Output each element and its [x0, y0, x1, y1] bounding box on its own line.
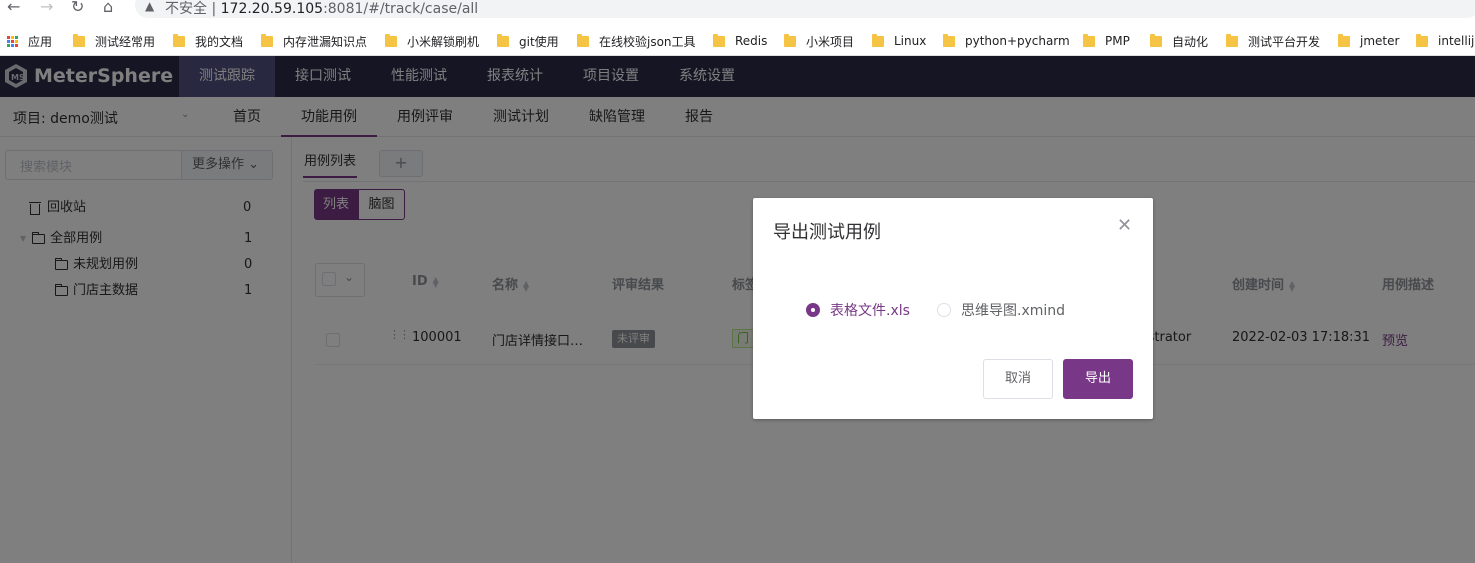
radio-unchecked-icon[interactable]: [937, 303, 951, 317]
bookmark-item[interactable]: 测试平台开发: [1226, 32, 1320, 50]
export-dialog: 导出测试用例 ✕ 表格文件.xls 思维导图.xmind 取消 导出: [753, 198, 1153, 419]
browser-address-bar: ← → ↻ ⌂ ▲ 不安全 | 172.20.59.105:8081/#/tra…: [0, 0, 1475, 26]
folder-icon: [385, 33, 397, 47]
bookmark-apps[interactable]: 应用: [7, 32, 52, 50]
bookmark-item[interactable]: 在线校验json工具: [577, 32, 696, 50]
folder-icon: [261, 33, 273, 47]
bookmark-item[interactable]: PMP: [1083, 32, 1130, 50]
bookmark-item[interactable]: jmeter: [1338, 32, 1399, 50]
back-icon[interactable]: ←: [7, 0, 20, 18]
bookmark-item[interactable]: 测试经常用: [73, 32, 155, 50]
folder-icon: [872, 33, 884, 47]
radio-option-xmind[interactable]: 思维导图.xmind: [937, 301, 1065, 319]
radio-checked-icon[interactable]: [806, 303, 820, 317]
home-icon[interactable]: ⌂: [103, 0, 113, 18]
bookmark-item[interactable]: python+pycharm: [943, 32, 1070, 50]
folder-icon: [1083, 33, 1095, 47]
apps-grid-icon: [7, 35, 18, 47]
bookmarks-bar: 应用 测试经常用 我的文档 内存泄漏知识点 小米解锁刷机 git使用 在线校验j…: [0, 26, 1475, 56]
dialog-title: 导出测试用例: [773, 222, 881, 243]
url-text[interactable]: 不安全 | 172.20.59.105:8081/#/track/case/al…: [165, 0, 478, 18]
warning-icon: ▲: [145, 0, 155, 13]
radio-option-xls[interactable]: 表格文件.xls: [806, 301, 910, 319]
forward-icon[interactable]: →: [40, 0, 53, 18]
folder-icon: [1338, 33, 1350, 47]
folder-icon: [1226, 33, 1238, 47]
bookmark-item[interactable]: 我的文档: [173, 32, 243, 50]
modal-overlay[interactable]: [0, 56, 1475, 563]
folder-icon: [784, 33, 796, 47]
bookmark-item[interactable]: intellij: [1416, 32, 1474, 50]
bookmark-item[interactable]: git使用: [497, 32, 559, 50]
folder-icon: [1150, 33, 1162, 47]
bookmark-item[interactable]: 小米解锁刷机: [385, 32, 479, 50]
folder-icon: [1416, 33, 1428, 47]
folder-icon: [173, 33, 185, 47]
cancel-button[interactable]: 取消: [983, 359, 1053, 399]
reload-icon[interactable]: ↻: [71, 0, 84, 18]
bookmark-item[interactable]: 内存泄漏知识点: [261, 32, 367, 50]
folder-icon: [713, 33, 725, 47]
bookmark-item[interactable]: Redis: [713, 32, 767, 50]
folder-icon: [943, 33, 955, 47]
bookmark-item[interactable]: 小米项目: [784, 32, 854, 50]
close-icon[interactable]: ✕: [1117, 215, 1132, 236]
bookmark-item[interactable]: Linux: [872, 32, 926, 50]
bookmark-item[interactable]: 自动化: [1150, 32, 1208, 50]
export-button[interactable]: 导出: [1063, 359, 1133, 399]
folder-icon: [73, 33, 85, 47]
folder-icon: [497, 33, 509, 47]
folder-icon: [577, 33, 589, 47]
